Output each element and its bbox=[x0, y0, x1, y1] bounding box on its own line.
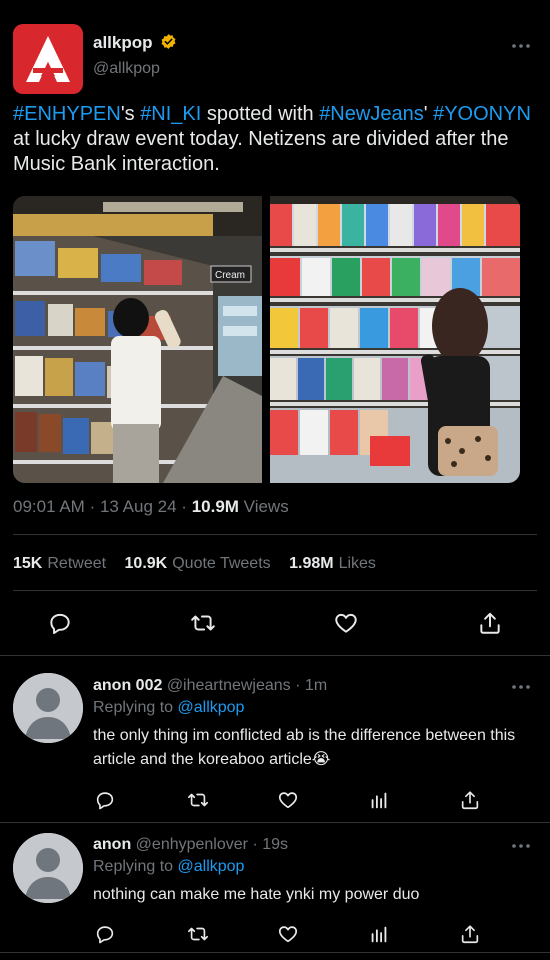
hashtag-newjeans[interactable]: #NewJeans bbox=[319, 103, 424, 125]
author-name-row[interactable]: allkpop bbox=[93, 33, 177, 53]
reply-more-options-icon[interactable] bbox=[510, 836, 532, 856]
reply-analytics-button[interactable] bbox=[364, 785, 394, 815]
quotes-count: 10.9K bbox=[124, 555, 168, 572]
separator-dot: · bbox=[181, 497, 187, 516]
reply-text: the only thing im conflicted ab is the d… bbox=[93, 727, 516, 768]
retweets-count: 15K bbox=[13, 555, 43, 572]
hashtag-enhypen[interactable]: #ENHYPEN bbox=[13, 103, 121, 125]
reply-share-button[interactable] bbox=[455, 785, 485, 815]
tweet-text-segment: spotted with bbox=[201, 103, 320, 125]
reply-author-name[interactable]: anon bbox=[93, 836, 131, 853]
share-icon bbox=[461, 925, 479, 944]
heart-icon bbox=[278, 792, 298, 809]
tweet-time[interactable]: 09:01 AM bbox=[13, 497, 85, 516]
default-avatar-icon bbox=[13, 673, 83, 743]
divider bbox=[0, 822, 550, 823]
reply-icon bbox=[96, 792, 114, 810]
likes-count: 1.98M bbox=[289, 555, 334, 572]
reply-author-handle[interactable]: @iheartnewjeans bbox=[167, 677, 291, 694]
tweet-meta: 09:01 AM · 13 Aug 24 · 10.9M Views bbox=[13, 497, 289, 517]
share-icon bbox=[480, 612, 500, 634]
reply-age[interactable]: 1m bbox=[305, 677, 327, 694]
tweet-stats: 15K Retweet 10.9K Quote Tweets 1.98M Likes bbox=[13, 555, 390, 573]
reply-avatar[interactable] bbox=[13, 673, 83, 743]
reply-author-name[interactable]: anon 002 bbox=[93, 677, 162, 694]
separator-dot: · bbox=[89, 497, 96, 516]
reply-retweet-button[interactable] bbox=[183, 919, 213, 949]
divider bbox=[13, 534, 537, 535]
reply-header: anon 002 @iheartnewjeans · 1m bbox=[93, 677, 327, 695]
reply-reply-button[interactable] bbox=[90, 785, 120, 815]
replying-to-label: Replying to bbox=[93, 699, 174, 716]
reply-avatar[interactable] bbox=[13, 833, 83, 903]
reply-more-options-icon[interactable] bbox=[510, 677, 532, 697]
analytics-icon bbox=[371, 792, 387, 809]
heart-icon bbox=[335, 613, 357, 633]
retweet-button[interactable] bbox=[188, 608, 218, 638]
reply-reply-button[interactable] bbox=[90, 919, 120, 949]
quotes-stat[interactable]: 10.9K Quote Tweets bbox=[125, 555, 271, 572]
reply-icon bbox=[96, 926, 114, 944]
more-options-icon[interactable] bbox=[510, 36, 532, 56]
supermarket-photo-right bbox=[270, 196, 520, 483]
retweets-label: Retweet bbox=[47, 555, 107, 572]
reply-header: anon @enhypenlover · 19s bbox=[93, 836, 288, 854]
retweets-stat[interactable]: 15K Retweet bbox=[13, 555, 106, 572]
verified-badge-icon bbox=[160, 33, 177, 50]
replying-to-label: Replying to bbox=[93, 858, 174, 875]
retweet-icon bbox=[188, 927, 208, 941]
retweet-icon bbox=[188, 793, 208, 807]
hashtag-yoonyn[interactable]: #YOONYN bbox=[433, 103, 531, 125]
replying-to-handle[interactable]: @allkpop bbox=[178, 858, 245, 875]
cream-sign-label: Cream bbox=[215, 270, 245, 281]
allkpop-logo-icon bbox=[26, 36, 70, 82]
retweet-icon bbox=[191, 615, 215, 631]
reply-author-handle[interactable]: @enhypenlover bbox=[136, 836, 248, 853]
divider bbox=[0, 952, 550, 953]
reply-text: nothing can make me hate ynki my power d… bbox=[93, 886, 420, 903]
tweet-photo-1[interactable]: Cream bbox=[13, 196, 262, 483]
share-button[interactable] bbox=[475, 608, 505, 638]
tweet-text-segment: ' bbox=[423, 103, 434, 125]
reply-share-button[interactable] bbox=[455, 919, 485, 949]
reply-button[interactable] bbox=[45, 608, 75, 638]
reply-like-button[interactable] bbox=[273, 785, 303, 815]
author-name[interactable]: allkpop bbox=[93, 33, 153, 52]
separator-dot: · bbox=[295, 677, 301, 694]
tweet-text-segment: at lucky draw event today. Netizens are … bbox=[13, 128, 509, 175]
tweet-photo-2[interactable] bbox=[270, 196, 520, 483]
tweet-date[interactable]: 13 Aug 24 bbox=[100, 497, 177, 516]
reply-like-button[interactable] bbox=[273, 919, 303, 949]
separator-dot: · bbox=[252, 836, 258, 853]
likes-label: Likes bbox=[338, 555, 376, 572]
reply-age[interactable]: 19s bbox=[262, 836, 288, 853]
quotes-label: Quote Tweets bbox=[172, 555, 271, 572]
reply-icon bbox=[50, 613, 70, 635]
views-label: Views bbox=[243, 497, 289, 516]
author-handle[interactable]: @allkpop bbox=[93, 60, 160, 78]
replying-to-line: Replying to @allkpop bbox=[93, 699, 244, 717]
analytics-icon bbox=[371, 926, 387, 943]
reply-retweet-button[interactable] bbox=[183, 785, 213, 815]
replying-to-handle[interactable]: @allkpop bbox=[178, 699, 245, 716]
hashtag-ni-ki[interactable]: #NI_KI bbox=[140, 103, 201, 125]
views-count: 10.9M bbox=[191, 497, 239, 516]
supermarket-photo-left: Cream bbox=[13, 196, 262, 483]
heart-icon bbox=[278, 926, 298, 943]
allkpop-logo-avatar[interactable] bbox=[13, 24, 83, 94]
share-icon bbox=[461, 791, 479, 810]
divider bbox=[13, 590, 537, 591]
replying-to-line: Replying to @allkpop bbox=[93, 858, 244, 876]
likes-stat[interactable]: 1.98M Likes bbox=[289, 555, 376, 572]
reply-analytics-button[interactable] bbox=[364, 919, 394, 949]
like-button[interactable] bbox=[331, 608, 361, 638]
default-avatar-icon bbox=[13, 833, 83, 903]
divider bbox=[0, 655, 550, 656]
tweet-text-segment: 's bbox=[120, 103, 141, 125]
tweet-text: #ENHYPEN's #NI_KI spotted with #NewJeans… bbox=[13, 102, 538, 177]
